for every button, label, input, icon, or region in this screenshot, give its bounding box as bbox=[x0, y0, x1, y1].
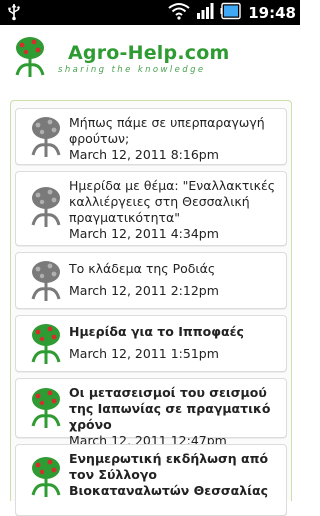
list-item[interactable]: Ημερίδα με θέμα: "Εναλλακτικές καλλιέργε… bbox=[15, 171, 287, 246]
list-item[interactable]: Ημερίδα για το Ιπποφαές March 12, 2011 1… bbox=[15, 315, 287, 372]
clock: 19:48 bbox=[248, 4, 296, 22]
list-item[interactable]: Το κλάδεμα της Ροδιάς March 12, 2011 2:1… bbox=[15, 252, 287, 309]
app-header: Agro-Help.com sharing the knowledge bbox=[0, 25, 300, 100]
item-title: Ημερίδα για το Ιπποφαές bbox=[69, 324, 244, 339]
item-title: Το κλάδεμα της Ροδιάς bbox=[69, 261, 216, 276]
tree-logo-gray-icon bbox=[28, 259, 64, 303]
item-date: March 12, 2011 2:12pm bbox=[69, 283, 219, 298]
signal-icon bbox=[196, 2, 214, 24]
article-list: Μήπως πάμε σε υπερπαραγωγή φρούτων; Marc… bbox=[10, 100, 292, 516]
tree-logo-color-icon bbox=[28, 386, 64, 430]
status-bar: 19:48 bbox=[0, 0, 300, 25]
tree-logo-gray-icon bbox=[28, 185, 64, 229]
tree-logo-color-icon bbox=[28, 322, 64, 366]
battery-icon bbox=[220, 2, 242, 24]
brand-name: Agro-Help.com bbox=[68, 42, 230, 64]
list-item[interactable]: Ενημερωτική εκδήλωση από τον Σύλλογο Βιο… bbox=[15, 444, 287, 516]
brand-logo-icon bbox=[12, 35, 48, 79]
list-item[interactable]: Μήπως πάμε σε υπερπαραγωγή φρούτων; Marc… bbox=[15, 108, 287, 165]
item-title: Μήπως πάμε σε υπερπαραγωγή φρούτων; bbox=[69, 115, 265, 146]
usb-icon bbox=[6, 3, 22, 25]
tree-logo-gray-icon bbox=[28, 115, 64, 159]
item-date: March 12, 2011 8:16pm bbox=[69, 147, 219, 162]
wifi-icon bbox=[168, 2, 190, 24]
item-title: Ημερίδα με θέμα: "Εναλλακτικές καλλιέργε… bbox=[69, 178, 276, 225]
item-date: March 12, 2011 4:34pm bbox=[69, 226, 219, 241]
tree-logo-color-icon bbox=[28, 455, 64, 499]
list-item[interactable]: Οι μετασεισμοί του σεισμού της Ιαπωνίας … bbox=[15, 378, 287, 448]
brand-tagline: sharing the knowledge bbox=[58, 65, 206, 75]
item-title: Ενημερωτική εκδήλωση από τον Σύλλογο Βιο… bbox=[69, 451, 269, 498]
item-title: Οι μετασεισμοί του σεισμού της Ιαπωνίας … bbox=[69, 385, 271, 432]
item-date: March 12, 2011 1:51pm bbox=[69, 346, 219, 361]
